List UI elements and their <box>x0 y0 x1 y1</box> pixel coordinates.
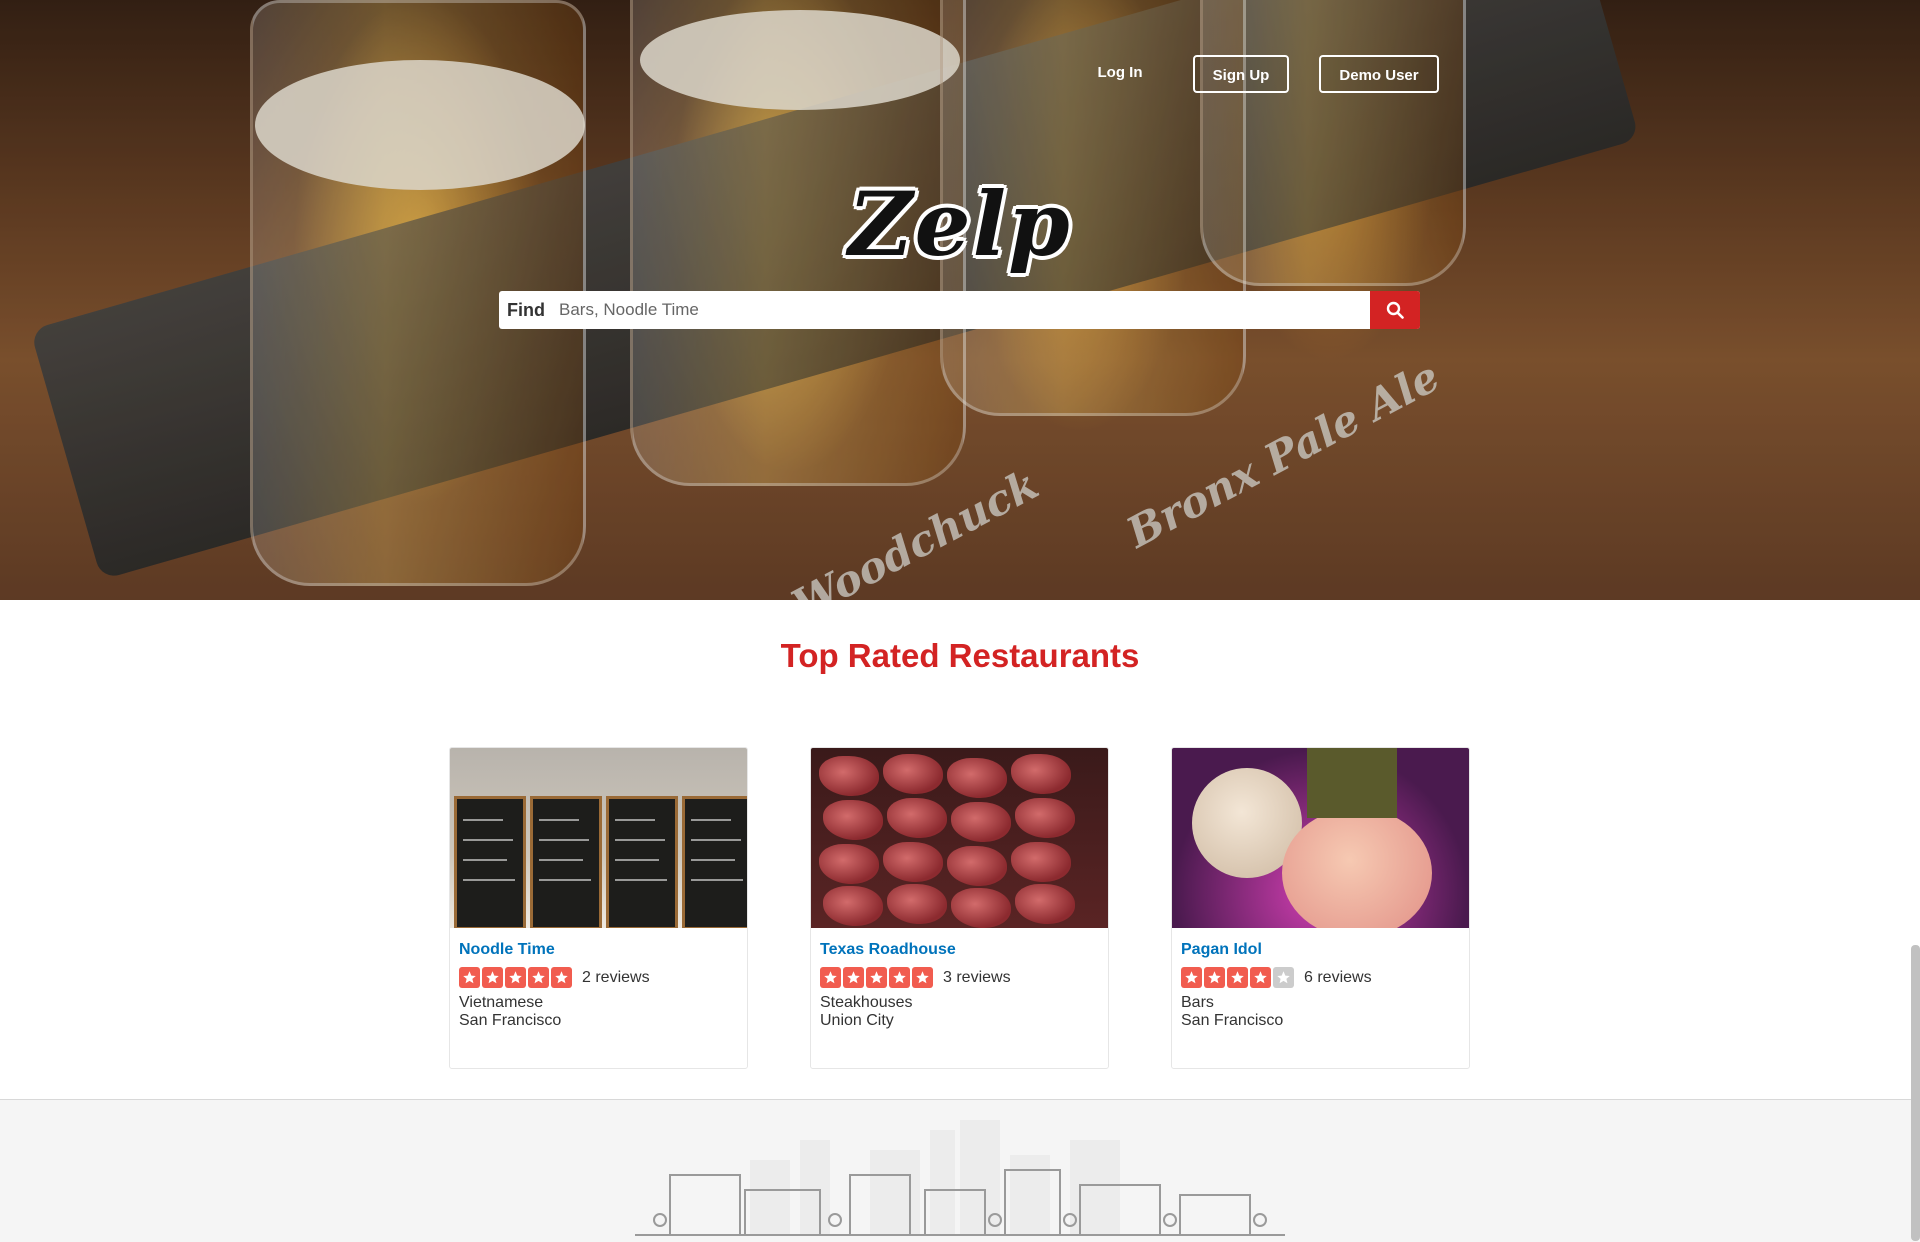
star-icon <box>482 967 503 988</box>
star-icon <box>912 967 933 988</box>
star-icon <box>1181 967 1202 988</box>
star-icon <box>528 967 549 988</box>
section-title: Top Rated Restaurants <box>780 637 1140 674</box>
restaurant-card[interactable]: Texas Roadhouse 3 reviews Steakhouses Un… <box>810 747 1109 1069</box>
star-icon <box>1227 967 1248 988</box>
star-rating: 2 reviews <box>459 967 650 988</box>
review-count: 3 reviews <box>943 968 1011 986</box>
star-empty-icon <box>1273 967 1294 988</box>
restaurant-card[interactable]: Noodle Time 2 reviews Vietnamese San Fra… <box>449 747 748 1069</box>
star-icon <box>505 967 526 988</box>
star-icon <box>551 967 572 988</box>
restaurant-city: San Francisco <box>1181 1012 1284 1029</box>
restaurant-category: Steakhouses <box>820 994 913 1011</box>
restaurant-card[interactable]: Pagan Idol 6 reviews Bars San Francisco <box>1171 747 1470 1069</box>
cityscape-illustration <box>635 1120 1285 1236</box>
footer <box>0 1099 1920 1242</box>
restaurant-photo[interactable] <box>1172 748 1469 928</box>
search-button[interactable] <box>1370 291 1420 329</box>
signup-button[interactable]: Sign Up <box>1193 55 1289 93</box>
restaurant-photo[interactable] <box>450 748 747 928</box>
restaurant-category: Vietnamese <box>459 994 544 1011</box>
restaurant-name[interactable]: Texas Roadhouse <box>820 941 956 959</box>
zelp-logo[interactable]: Zelp <box>0 172 1920 276</box>
star-icon <box>866 967 887 988</box>
demo-user-button[interactable]: Demo User <box>1319 55 1439 93</box>
star-icon <box>1250 967 1271 988</box>
star-icon <box>889 967 910 988</box>
restaurant-category: Bars <box>1181 994 1214 1011</box>
star-rating: 3 reviews <box>820 967 1011 988</box>
star-icon <box>1204 967 1225 988</box>
search-bar: Find <box>499 291 1420 329</box>
restaurant-city: San Francisco <box>459 1012 562 1029</box>
restaurant-name[interactable]: Noodle Time <box>459 941 555 959</box>
review-count: 6 reviews <box>1304 968 1372 986</box>
star-icon <box>820 967 841 988</box>
star-icon <box>843 967 864 988</box>
find-label: Find <box>507 299 545 320</box>
restaurant-name[interactable]: Pagan Idol <box>1181 941 1262 959</box>
search-input[interactable] <box>553 291 1370 329</box>
restaurant-city: Union City <box>820 1012 894 1029</box>
login-link[interactable]: Log In <box>1080 58 1160 88</box>
star-icon <box>459 967 480 988</box>
restaurant-photo[interactable] <box>811 748 1108 928</box>
page-scrollbar[interactable] <box>1911 945 1920 1241</box>
star-rating: 6 reviews <box>1181 967 1372 988</box>
review-count: 2 reviews <box>582 968 650 986</box>
search-icon <box>1386 301 1404 319</box>
